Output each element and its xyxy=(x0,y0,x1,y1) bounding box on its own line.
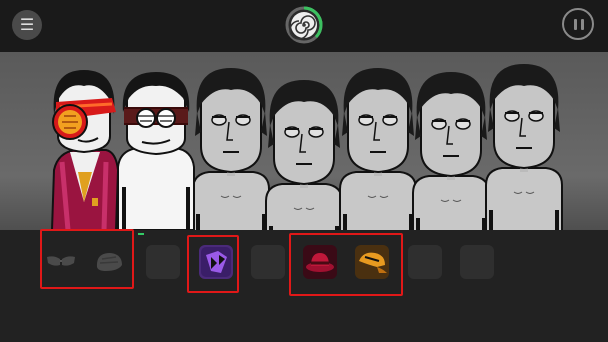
character-4[interactable] xyxy=(264,78,344,230)
character-6[interactable] xyxy=(411,70,491,230)
characters-svg xyxy=(50,62,564,230)
character-3[interactable] xyxy=(191,66,271,230)
menu-icon: ☰ xyxy=(19,15,35,34)
pause-button[interactable] xyxy=(562,8,594,40)
character-2[interactable] xyxy=(117,72,195,230)
character-1[interactable] xyxy=(50,70,120,230)
spiral-logo-icon[interactable] xyxy=(285,6,323,44)
empty-slot-3[interactable] xyxy=(408,245,442,279)
pause-icon xyxy=(574,19,577,30)
character-5[interactable] xyxy=(338,66,418,230)
empty-slot-4[interactable] xyxy=(460,245,494,279)
progress-indicator xyxy=(138,233,144,235)
empty-slot-2[interactable] xyxy=(251,245,285,279)
top-bar: ☰ xyxy=(0,0,608,52)
highlight-box-1 xyxy=(40,229,134,289)
menu-button[interactable]: ☰ xyxy=(12,10,42,40)
empty-slot-1[interactable] xyxy=(146,245,180,279)
character-stage xyxy=(0,52,608,230)
highlight-box-3 xyxy=(289,233,403,296)
character-7[interactable] xyxy=(484,62,564,230)
highlight-box-2 xyxy=(187,235,239,293)
